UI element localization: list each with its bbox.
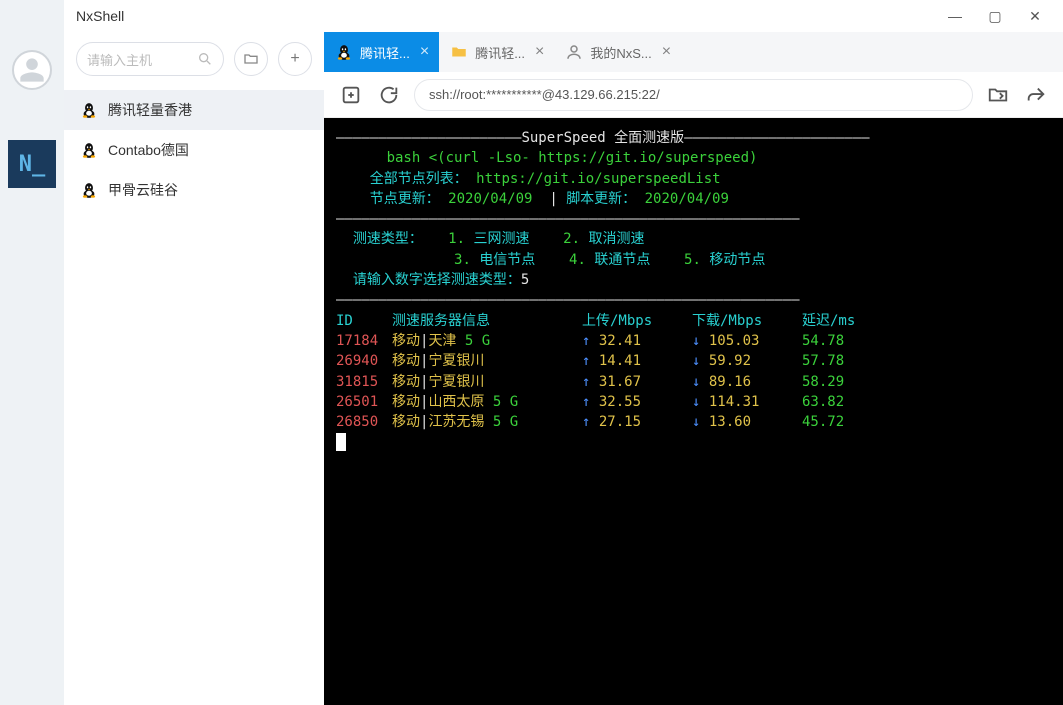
minimize-button[interactable]: —: [935, 0, 975, 32]
right-pane: 腾讯轻... × 腾讯轻... × 我的NxS... × ssh://root:*****…: [324, 32, 1063, 705]
new-tab-button[interactable]: [338, 82, 364, 108]
app-rail: N_: [0, 0, 64, 705]
host-item[interactable]: 腾讯轻量香港: [64, 90, 324, 130]
close-button[interactable]: ✕: [1015, 0, 1055, 32]
linux-icon: [80, 101, 98, 119]
file-icon: [987, 84, 1009, 106]
addressbar: ssh://root:***********@43.129.66.215:22/: [324, 72, 1063, 118]
avatar[interactable]: [12, 50, 52, 90]
linux-icon: [335, 43, 353, 61]
host-label: Contabo德国: [108, 140, 189, 160]
host-item[interactable]: 甲骨云硅谷: [64, 170, 324, 210]
address-input[interactable]: ssh://root:***********@43.129.66.215:22/: [414, 79, 973, 111]
folder-icon: [243, 51, 259, 67]
user-icon: [18, 56, 46, 84]
app-title: NxShell: [76, 8, 124, 24]
folder-icon: [449, 42, 469, 62]
sidebar-toolbar: 请输入主机 +: [64, 32, 324, 90]
search-placeholder: 请输入主机: [87, 50, 152, 69]
host-label: 腾讯轻量香港: [108, 100, 192, 120]
titlebar: NxShell — ▢ ✕: [64, 0, 1063, 32]
linux-icon: [80, 141, 98, 159]
host-item[interactable]: Contabo德国: [64, 130, 324, 170]
host-list: 腾讯轻量香港 Contabo德国甲骨云硅谷: [64, 90, 324, 705]
tabbar: 腾讯轻... × 腾讯轻... × 我的NxS... ×: [324, 32, 1063, 72]
linux-icon: [334, 42, 354, 62]
forward-icon: [1025, 84, 1047, 106]
tab-close-button[interactable]: ×: [662, 43, 671, 61]
sidebar: 请输入主机 + 腾讯轻量香港 Contabo德国甲骨云硅谷: [64, 32, 324, 705]
file-manager-button[interactable]: [985, 82, 1011, 108]
tab[interactable]: 腾讯轻... ×: [324, 32, 439, 72]
linux-icon: [80, 181, 98, 199]
tab[interactable]: 我的NxS... ×: [554, 32, 681, 72]
user-icon: [564, 42, 584, 62]
tab-close-button[interactable]: ×: [535, 43, 544, 61]
plus-icon: +: [290, 50, 299, 68]
tab-label: 腾讯轻...: [475, 43, 525, 62]
reload-icon: [378, 84, 400, 106]
new-tab-icon: [340, 84, 362, 106]
maximize-button[interactable]: ▢: [975, 0, 1015, 32]
tab-close-button[interactable]: ×: [420, 43, 429, 61]
content: 请输入主机 + 腾讯轻量香港Contabo德国甲骨云硅谷 腾讯轻...×腾讯轻.…: [64, 32, 1063, 705]
search-input[interactable]: 请输入主机: [76, 42, 224, 76]
main: NxShell — ▢ ✕ 请输入主机 + 腾讯轻量香港 Contabo德国甲骨云…: [64, 0, 1063, 705]
folder-button[interactable]: [234, 42, 268, 76]
app-icon[interactable]: N_: [8, 140, 56, 188]
address-value: ssh://root:***********@43.129.66.215:22/: [429, 87, 660, 102]
reload-button[interactable]: [376, 82, 402, 108]
terminal[interactable]: ——————————————————————SuperSpeed 全面测速版——…: [324, 118, 1063, 705]
add-button[interactable]: +: [278, 42, 312, 76]
forward-button[interactable]: [1023, 82, 1049, 108]
tab-label: 我的NxS...: [590, 43, 651, 62]
tab[interactable]: 腾讯轻... ×: [439, 32, 554, 72]
tab-label: 腾讯轻...: [360, 43, 410, 62]
search-icon: [197, 51, 213, 67]
host-label: 甲骨云硅谷: [108, 180, 178, 200]
